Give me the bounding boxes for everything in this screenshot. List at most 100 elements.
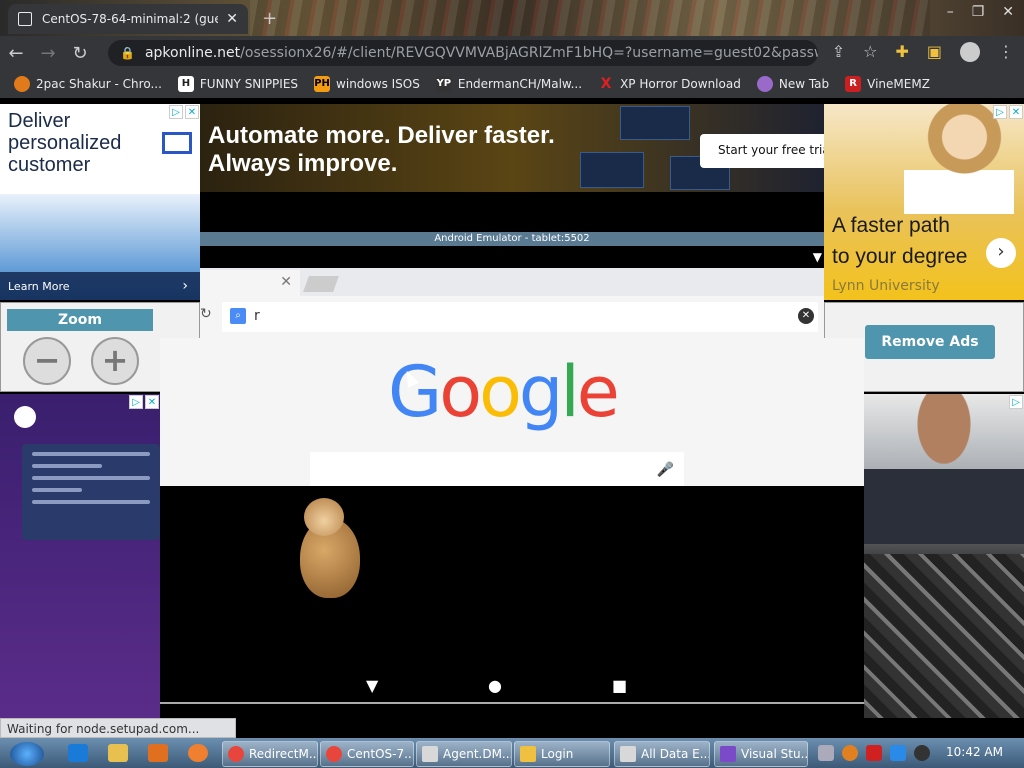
bookmark-xp-horror[interactable]: X XP Horror Download — [598, 76, 741, 92]
ad-badge[interactable]: ▷ ✕ — [169, 105, 199, 119]
minimize-button[interactable]: – — [947, 4, 954, 20]
ad-badge[interactable]: ▷ ✕ — [129, 395, 159, 409]
maximize-button[interactable]: ❐ — [972, 4, 985, 20]
learn-more-label: Learn More — [8, 280, 70, 293]
emulator-address-row: ↻ ⌕ r ✕ — [200, 296, 824, 338]
tab-strip: CentOS-78-64-minimal:2 (guest ✕ + – ❐ ✕ — [0, 0, 1024, 36]
emulator-typed-text: r — [254, 308, 260, 324]
bookmark-favicon-icon: R — [845, 76, 862, 92]
emulator-google-page: Google 🎤 — [160, 338, 864, 486]
emulator-tab-close-icon[interactable]: ✕ — [280, 274, 292, 290]
ad-right-bottom[interactable]: ▷ — [864, 394, 1024, 718]
bookmark-new-tab[interactable]: New Tab — [756, 76, 830, 92]
bookmark-vinememz[interactable]: R VineMEMZ — [845, 76, 930, 92]
microphone-icon[interactable]: 🎤 — [657, 462, 674, 478]
tab-close-icon[interactable]: ✕ — [226, 11, 238, 27]
emulator-new-tab[interactable] — [303, 276, 339, 292]
taskbar-button-login[interactable]: Login — [514, 741, 610, 767]
media-player-icon[interactable] — [148, 744, 168, 762]
google-search-box[interactable]: 🎤 — [310, 452, 684, 486]
bookmark-label: New Tab — [778, 77, 830, 91]
hamster-image — [290, 498, 370, 602]
chevron-right-icon[interactable]: › — [986, 238, 1016, 268]
toolbar-icons: ⇪ ☆ ✚ ▣ ⋮ — [832, 42, 1014, 62]
taskbar-button-centos[interactable]: CentOS-7... — [320, 741, 414, 767]
ad-right-line-2: to your degree — [832, 245, 968, 268]
adchoices-icon[interactable]: ▷ — [993, 105, 1007, 119]
adchoices-icon[interactable]: ▷ — [1009, 395, 1023, 409]
firefox-icon[interactable] — [188, 744, 208, 762]
tray-app-icon[interactable] — [818, 745, 834, 761]
visual-studio-icon — [720, 746, 736, 762]
android-recents-icon[interactable]: ■ — [612, 676, 627, 695]
explorer-folder-icon[interactable] — [108, 744, 128, 762]
address-bar[interactable]: 🔒 apkonline.net /osessionx26/#/client/RE… — [108, 40, 818, 66]
side-panel-icon[interactable]: ▣ — [927, 42, 942, 62]
zoom-in-button[interactable]: + — [91, 337, 139, 385]
extensions-puzzle-icon[interactable]: ✚ — [895, 42, 908, 62]
bookmark-favicon-icon — [14, 76, 30, 92]
taskbar-button-visualstudio[interactable]: Visual Stu... — [714, 741, 808, 767]
clear-input-icon[interactable]: ✕ — [798, 308, 814, 324]
zoom-out-button[interactable]: − — [23, 337, 71, 385]
emulator-search-input[interactable]: ⌕ r ✕ — [222, 302, 818, 332]
emulator-bottom-border — [160, 702, 864, 704]
ad-banner-line-2: Always improve. — [208, 150, 398, 177]
bookmark-funny-snippies[interactable]: H FUNNY SNIPPIES — [177, 76, 298, 92]
ad-badge[interactable]: ▷ — [1009, 395, 1023, 409]
bookmark-star-icon[interactable]: ☆ — [863, 42, 877, 62]
forward-arrow-icon[interactable]: → — [32, 43, 64, 64]
google-logo: Google — [388, 351, 620, 433]
android-home-icon[interactable]: ● — [488, 676, 502, 695]
adchoices-icon[interactable]: ▷ — [169, 105, 183, 119]
ad-badge[interactable]: ▷ ✕ — [993, 105, 1023, 119]
menu-kebab-icon[interactable]: ⋮ — [998, 42, 1014, 62]
new-tab-button[interactable]: + — [262, 8, 277, 29]
browser-status-bar: Waiting for node.setupad.com... — [0, 718, 236, 738]
reload-icon[interactable]: ↻ — [64, 43, 96, 64]
wifi-icon: ▼ — [812, 250, 822, 264]
bookmark-endermanch[interactable]: YP EndermanCH/Malw... — [435, 76, 582, 92]
ad-right-line-1: A faster path — [832, 214, 950, 237]
ad-close-icon[interactable]: ✕ — [185, 105, 199, 119]
taskbar-button-label: RedirectM... — [249, 747, 318, 761]
tray-flag-icon[interactable] — [866, 745, 882, 761]
ad-right-top[interactable]: A faster path to your degree Lynn Univer… — [824, 104, 1024, 300]
bookmark-label: 2pac Shakur - Chro... — [36, 77, 162, 91]
close-window-button[interactable]: ✕ — [1002, 4, 1014, 20]
android-back-icon[interactable]: ▼ — [366, 676, 378, 695]
bookmark-windows-isos[interactable]: PH windows ISOS — [314, 76, 420, 92]
share-icon[interactable]: ⇪ — [832, 42, 845, 62]
bookmark-favicon-icon: PH — [314, 76, 331, 92]
remove-ads-button[interactable]: Remove Ads — [865, 325, 995, 359]
taskbar-button-redirect[interactable]: RedirectM... — [222, 741, 318, 767]
taskbar-button-agent[interactable]: Agent.DM... — [416, 741, 512, 767]
login-icon — [520, 746, 536, 762]
taskbar-clock[interactable]: 10:42 AM — [946, 745, 1003, 759]
learn-more-button[interactable]: Learn More › — [0, 272, 200, 300]
ad-close-icon[interactable]: ✕ — [145, 395, 159, 409]
ad-close-icon[interactable]: ✕ — [1009, 105, 1023, 119]
window-icon — [620, 746, 636, 762]
browser-tab[interactable]: CentOS-78-64-minimal:2 (guest ✕ — [8, 4, 248, 34]
zoom-label: Zoom — [7, 309, 153, 331]
tray-search-icon[interactable] — [842, 745, 858, 761]
adchoices-icon[interactable]: ▷ — [129, 395, 143, 409]
tray-volume-icon[interactable] — [914, 745, 930, 761]
ad-banner[interactable]: Automate more. Deliver faster. Always im… — [200, 104, 824, 192]
window-controls: – ❐ ✕ — [947, 4, 1014, 20]
free-trial-button[interactable]: Start your free tria — [700, 134, 824, 168]
ad-left-top[interactable]: Deliver personalized customer Learn More… — [0, 104, 200, 300]
back-arrow-icon[interactable]: ← — [0, 43, 32, 64]
bookmark-2pac[interactable]: 2pac Shakur - Chro... — [14, 76, 162, 92]
mail-icon — [162, 132, 192, 154]
ad-left-bottom[interactable]: ▷ ✕ — [0, 394, 160, 718]
screen: CentOS-78-64-minimal:2 (guest ✕ + – ❐ ✕ … — [0, 0, 1024, 768]
emulator-reload-icon[interactable]: ↻ — [200, 306, 212, 322]
ie-icon[interactable] — [68, 744, 88, 762]
tray-network-icon[interactable] — [890, 745, 906, 761]
profile-avatar-icon[interactable] — [960, 42, 980, 62]
taskbar-button-alldata[interactable]: All Data E... — [614, 741, 710, 767]
windows-start-button[interactable] — [10, 742, 44, 766]
emulator-tab[interactable]: ✕ — [200, 270, 300, 296]
